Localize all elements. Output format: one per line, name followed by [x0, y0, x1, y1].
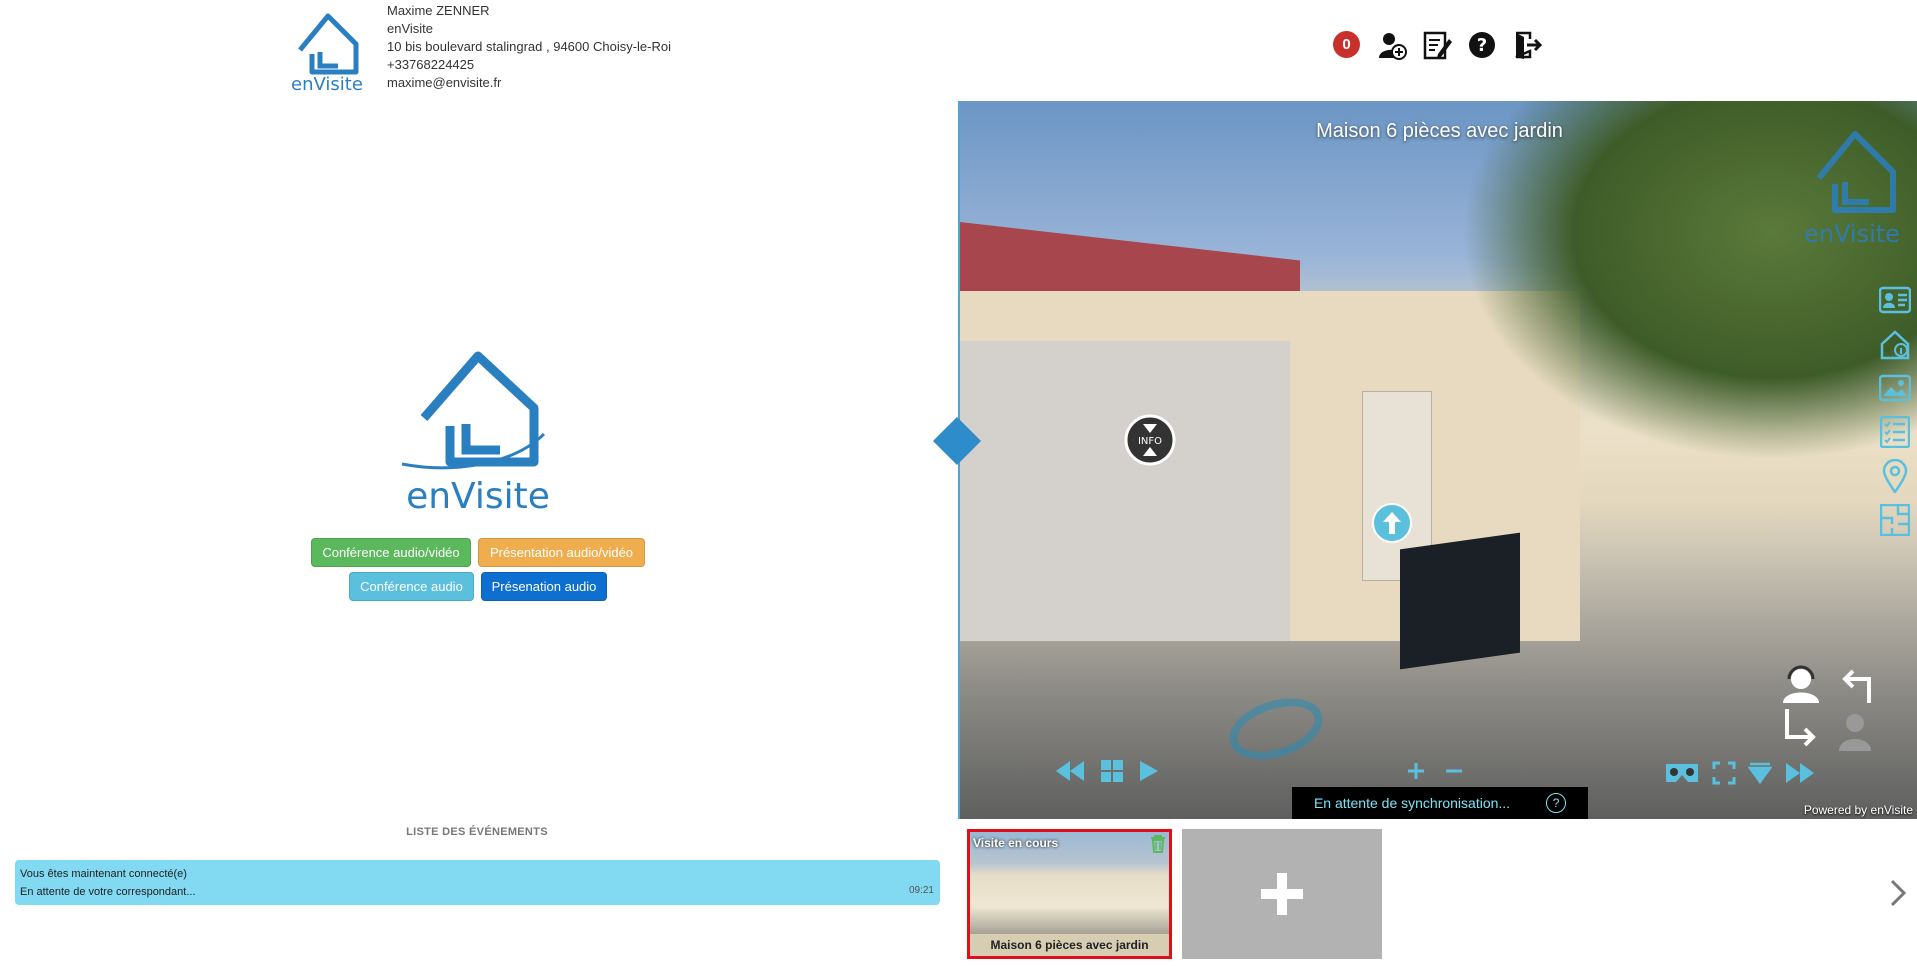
house-info-icon[interactable]	[1877, 325, 1913, 362]
logo-wordmark: enVisite	[291, 74, 363, 92]
zoom-controls	[1406, 761, 1464, 781]
vr-headset-icon[interactable]	[1664, 762, 1700, 784]
zoom-in-icon[interactable]	[1406, 761, 1426, 781]
agent-phone: +33768224425	[387, 57, 475, 72]
turn-right-arrow-icon	[1785, 709, 1816, 747]
navigation-arrow-hotspot[interactable]	[1372, 503, 1412, 543]
watermark-wordmark: enVisite	[1804, 220, 1900, 248]
call-controls	[1773, 663, 1883, 753]
fast-forward-icon[interactable]	[1784, 761, 1816, 785]
scene-garage	[960, 341, 1290, 641]
agent-email: maxime@envisite.fr	[387, 75, 502, 90]
scene-mailbox	[1400, 532, 1520, 670]
plus-icon	[1261, 873, 1303, 915]
info-hotspot[interactable]: INFO	[1124, 414, 1176, 466]
notifications-button[interactable]: 0	[1330, 28, 1363, 61]
event-item: Vous êtes maintenant connecté(e) En atte…	[15, 860, 940, 905]
logout-icon[interactable]	[1510, 28, 1543, 61]
event-time: 09:21	[908, 885, 934, 896]
playback-controls	[1054, 759, 1160, 783]
agent-name: Maxime ZENNER	[387, 3, 490, 18]
contact-card-icon[interactable]	[1877, 281, 1913, 318]
sync-status-bar: En attente de synchronisation... ?	[1292, 787, 1588, 819]
delete-tour-icon[interactable]	[1150, 835, 1166, 858]
tour-thumbnails: Visite en cours Maison 6 pièces avec jar…	[958, 828, 1917, 966]
presentation-av-button[interactable]: Présentation audio/vidéo	[478, 538, 645, 567]
conference-av-button[interactable]: Conférence audio/vidéo	[311, 538, 471, 567]
header: enVisite Maxime ZENNER enVisite 10 bis b…	[0, 0, 1917, 100]
info-hotspot-label: INFO	[1138, 436, 1162, 447]
fullscreen-icon[interactable]	[1712, 761, 1736, 785]
agent-info: Maxime ZENNER enVisite 10 bis boulevard …	[387, 2, 671, 92]
play-icon[interactable]	[1138, 759, 1160, 783]
left-panel: enVisite Conférence audio/vidéo Présenta…	[0, 100, 958, 966]
envisite-logo-large: enVisite	[394, 334, 562, 517]
visitor-user-icon	[1839, 714, 1871, 751]
grid-view-icon[interactable]	[1100, 759, 1124, 783]
current-tour-thumbnail[interactable]: Visite en cours Maison 6 pièces avec jar…	[967, 829, 1172, 959]
event-line-2: En attente de votre correspondant...	[20, 886, 196, 898]
top-toolbar: 0 ?	[1330, 28, 1543, 61]
notes-icon[interactable]	[1420, 28, 1453, 61]
agent-company: enVisite	[387, 21, 434, 36]
presentation-audio-button[interactable]: Présenation audio	[481, 572, 607, 601]
zoom-out-icon[interactable]	[1444, 761, 1464, 781]
envisite-logo: enVisite	[286, 6, 368, 95]
add-contact-icon[interactable]	[1375, 28, 1408, 61]
thumbnail-label: Maison 6 pièces avec jardin	[970, 934, 1169, 956]
view-controls	[1664, 761, 1816, 785]
rewind-icon[interactable]	[1054, 759, 1086, 783]
gallery-icon[interactable]	[1877, 369, 1913, 406]
add-tour-button[interactable]	[1182, 829, 1382, 959]
hide-controls-icon[interactable]	[1748, 762, 1772, 784]
events-title: LISTE DES ÉVÉNEMENTS	[406, 826, 548, 838]
floor-ring-marker[interactable]	[1221, 687, 1331, 771]
svg-text:?: ?	[1476, 35, 1486, 56]
conference-audio-button[interactable]: Conférence audio	[349, 572, 474, 601]
turn-left-arrow-icon	[1842, 669, 1871, 703]
logo-wordmark-large: enVisite	[406, 476, 550, 514]
help-icon[interactable]: ?	[1465, 28, 1498, 61]
tour-title: Maison 6 pièces avec jardin	[1316, 120, 1563, 142]
powered-by-label: Powered by enVisite	[1803, 803, 1913, 817]
thumbnail-status: Visite en cours	[973, 836, 1059, 850]
sync-help-button[interactable]: ?	[1546, 793, 1567, 813]
location-pin-icon[interactable]	[1877, 457, 1913, 494]
agent-address: 10 bis boulevard stalingrad , 94600 Choi…	[387, 39, 671, 54]
checklist-icon[interactable]	[1877, 413, 1913, 450]
notification-count-badge: 0	[1333, 31, 1360, 58]
envisite-watermark-logo: enVisite	[1797, 120, 1907, 252]
chevron-right-icon[interactable]	[1889, 878, 1907, 913]
event-line-1: Vous êtes maintenant connecté(e)	[20, 868, 187, 880]
agent-headset-icon	[1783, 665, 1819, 703]
sync-status-text: En attente de synchronisation...	[1313, 795, 1511, 811]
side-toolbar	[1877, 281, 1913, 538]
floorplan-icon[interactable]	[1877, 501, 1913, 538]
virtual-tour-viewer[interactable]: Maison 6 pièces avec jardin enVisite INF…	[958, 101, 1917, 819]
